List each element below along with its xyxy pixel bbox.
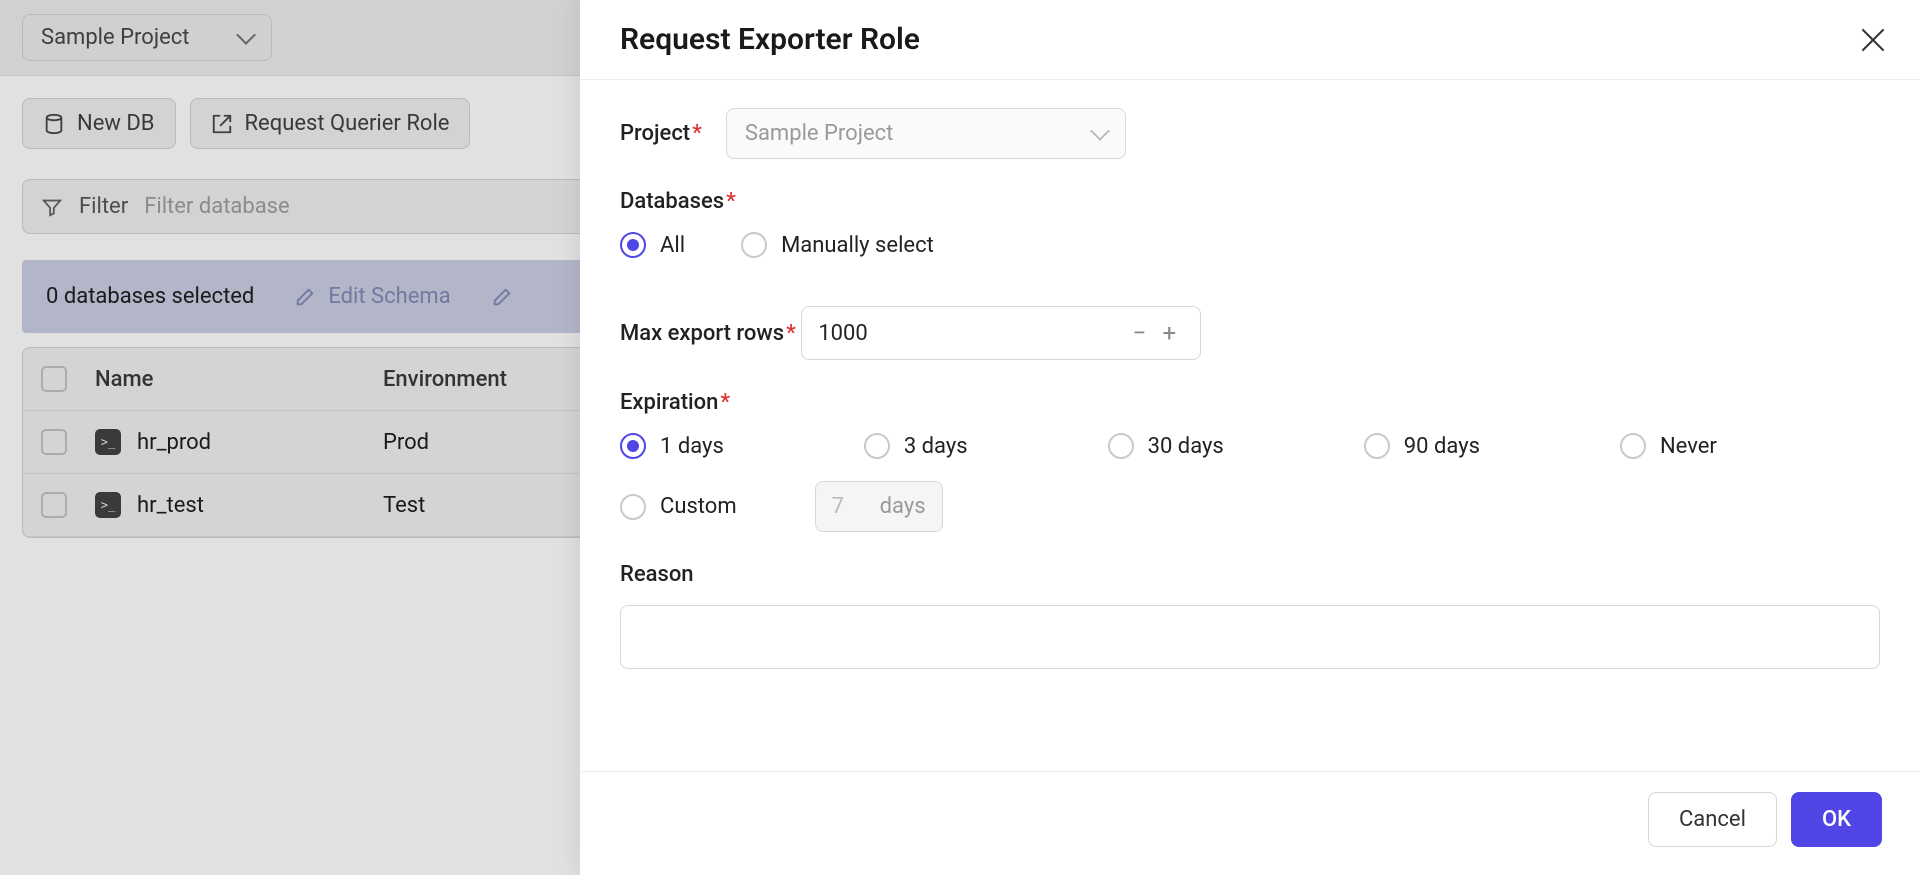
project-row: Project* Sample Project (620, 108, 1880, 159)
radio-icon (1108, 433, 1134, 459)
project-label: Project* (620, 121, 702, 146)
radio-30days-label: 30 days (1148, 434, 1224, 459)
panel-footer: Cancel OK (580, 771, 1920, 875)
databases-label: Databases* (620, 189, 736, 214)
project-select[interactable]: Sample Project (726, 108, 1126, 159)
radio-never[interactable]: Never (1620, 433, 1717, 459)
panel-title: Request Exporter Role (620, 22, 920, 57)
panel-body: Project* Sample Project Databases* All M… (580, 80, 1920, 771)
radio-all-label: All (660, 233, 685, 258)
maxrows-label-text: Max export rows (620, 321, 784, 346)
ok-button[interactable]: OK (1791, 792, 1882, 847)
databases-row: Databases* All Manually select (620, 189, 1880, 258)
radio-custom[interactable]: Custom (620, 494, 737, 520)
maxrows-label: Max export rows* (620, 321, 801, 346)
request-exporter-panel: Request Exporter Role Project* Sample Pr… (580, 0, 1920, 875)
radio-1day[interactable]: 1 days (620, 433, 724, 459)
radio-3days-label: 3 days (904, 434, 968, 459)
radio-manual-label: Manually select (781, 233, 934, 258)
cancel-button[interactable]: Cancel (1648, 792, 1777, 847)
plus-icon[interactable]: + (1154, 319, 1184, 347)
expiration-label: Expiration* (620, 390, 730, 415)
required-mark: * (720, 390, 730, 415)
radio-all[interactable]: All (620, 232, 685, 258)
required-mark: * (726, 189, 736, 214)
reason-label: Reason (620, 562, 694, 587)
radio-never-label: Never (1660, 434, 1717, 459)
radio-manual[interactable]: Manually select (741, 232, 934, 258)
panel-header: Request Exporter Role (580, 0, 1920, 80)
reason-input[interactable] (620, 605, 1880, 669)
radio-icon (620, 494, 646, 520)
maxrows-row: Max export rows* 1000 − + (620, 288, 1880, 360)
project-select-value: Sample Project (745, 121, 893, 146)
chevron-down-icon (1090, 121, 1110, 141)
expiration-row: Expiration* 1 days 3 days 30 days 90 da (620, 390, 1880, 532)
radio-90days-label: 90 days (1404, 434, 1480, 459)
maxrows-value: 1000 (818, 321, 1124, 346)
radio-3days[interactable]: 3 days (864, 433, 968, 459)
databases-label-text: Databases (620, 189, 724, 214)
close-icon[interactable] (1860, 27, 1886, 53)
radio-icon (864, 433, 890, 459)
custom-days-unit: days (880, 494, 926, 519)
radio-1day-label: 1 days (660, 434, 724, 459)
radio-icon (741, 232, 767, 258)
expiration-custom-row: Custom 7 days (620, 481, 1880, 532)
custom-days-input[interactable]: 7 days (815, 481, 943, 532)
minus-icon[interactable]: − (1124, 319, 1154, 347)
maxrows-input[interactable]: 1000 − + (801, 306, 1201, 360)
reason-row: Reason (620, 562, 1880, 669)
required-mark: * (786, 321, 796, 346)
radio-icon (1620, 433, 1646, 459)
radio-icon (620, 433, 646, 459)
radio-90days[interactable]: 90 days (1364, 433, 1480, 459)
databases-radio-group: All Manually select (620, 232, 1880, 258)
expiration-radio-group: 1 days 3 days 30 days 90 days Never (620, 433, 1880, 459)
radio-icon (1364, 433, 1390, 459)
expiration-label-text: Expiration (620, 390, 718, 415)
radio-custom-label: Custom (660, 494, 737, 519)
project-label-text: Project (620, 121, 690, 146)
required-mark: * (692, 121, 702, 146)
radio-30days[interactable]: 30 days (1108, 433, 1224, 459)
radio-icon (620, 232, 646, 258)
custom-days-value: 7 (832, 494, 872, 519)
